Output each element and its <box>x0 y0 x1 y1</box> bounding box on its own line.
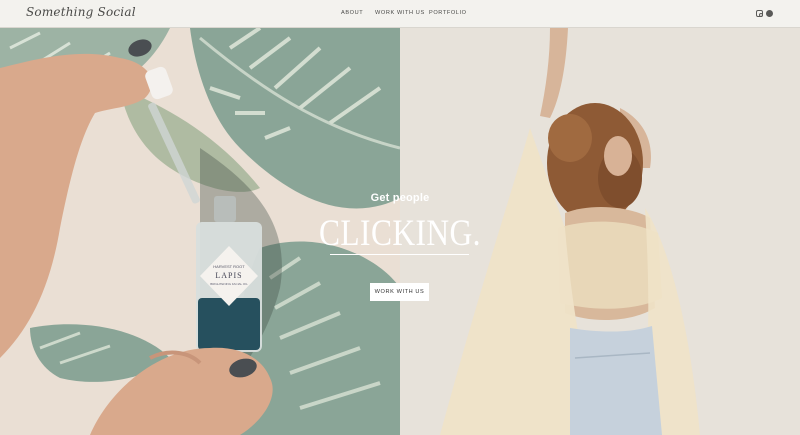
hero-photo-serum: HARVEST ROOT LAPIS BRIGHTENING FACIAL OI… <box>0 28 400 435</box>
hero-section: HARVEST ROOT LAPIS BRIGHTENING FACIAL OI… <box>0 28 800 435</box>
nav-link-portfolio[interactable]: PORTFOLIO <box>429 10 467 16</box>
work-with-us-button[interactable]: WORK WITH US <box>370 283 429 301</box>
pinterest-icon[interactable] <box>766 10 773 17</box>
hero-photo-woman <box>400 28 800 435</box>
bottle-sub-label: BRIGHTENING FACIAL OIL <box>210 282 248 286</box>
nav-link-work-with-us[interactable]: WORK WITH US <box>375 10 425 16</box>
instagram-icon[interactable] <box>756 10 763 17</box>
site-header: Something Social ABOUT WORK WITH US PORT… <box>0 0 800 28</box>
woman-photo-illustration <box>400 28 800 435</box>
nav-link-about[interactable]: ABOUT <box>341 10 363 16</box>
main-nav: ABOUT WORK WITH US PORTFOLIO <box>0 10 800 20</box>
bottle-brand-label: HARVEST ROOT <box>213 264 245 269</box>
serum-photo-illustration: HARVEST ROOT LAPIS BRIGHTENING FACIAL OI… <box>0 28 400 435</box>
bottle-name-label: LAPIS <box>215 271 242 280</box>
